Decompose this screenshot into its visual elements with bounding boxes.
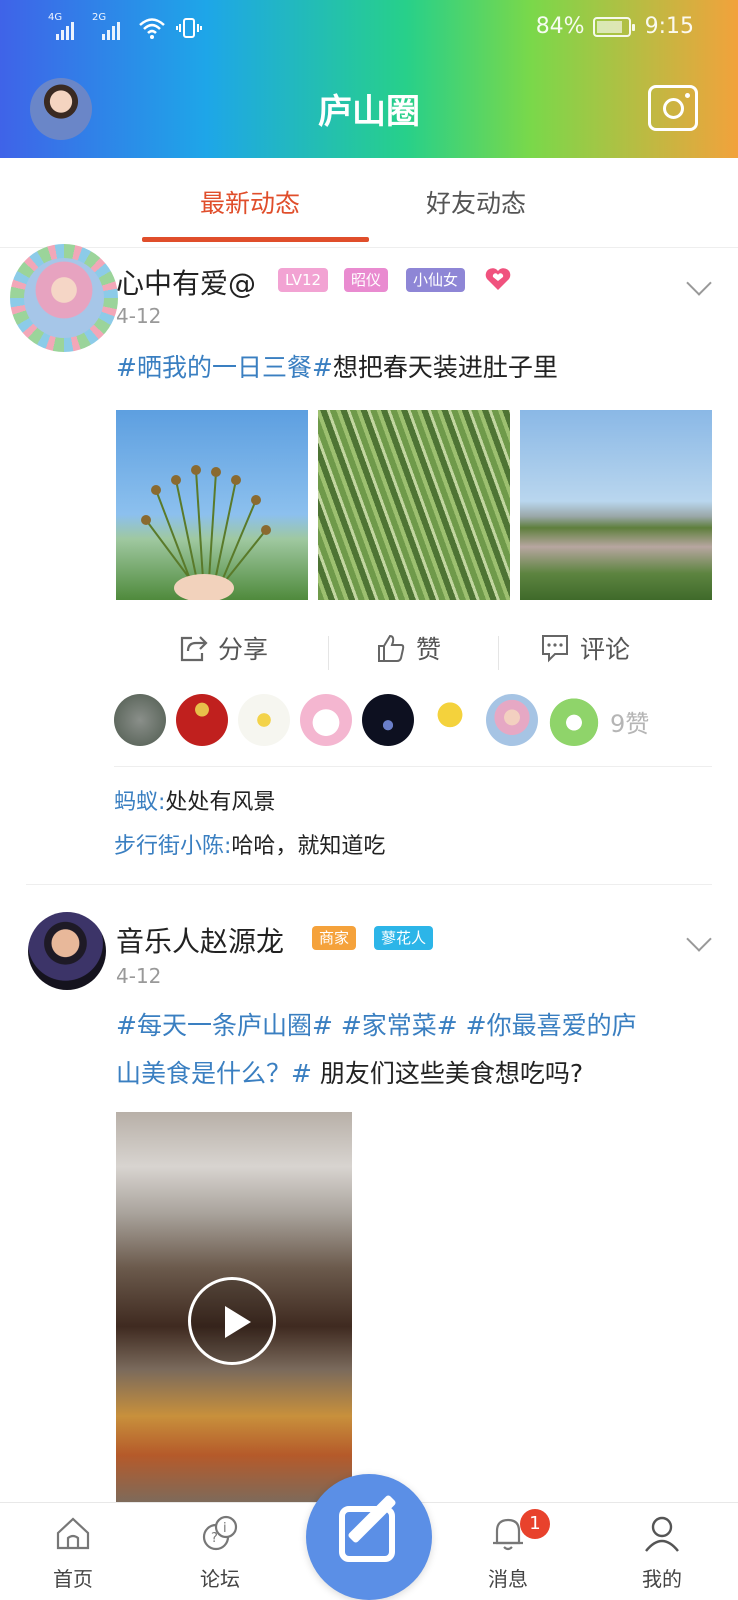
signal-icon: 4G bbox=[48, 12, 74, 40]
divider bbox=[498, 636, 499, 670]
hashtag[interactable]: 山美食是什么？# bbox=[116, 1059, 312, 1088]
comment-text: 哈哈，就知道吃 bbox=[231, 834, 386, 859]
title-badge: 蓼花人 bbox=[374, 926, 434, 950]
post-video[interactable] bbox=[116, 1112, 352, 1502]
post-date: 4-12 bbox=[116, 304, 162, 328]
signal-icon: 2G bbox=[92, 12, 122, 40]
tab-latest[interactable]: 最新动态 bbox=[200, 184, 300, 220]
svg-text:?: ? bbox=[211, 1531, 218, 1546]
vibrate-icon bbox=[176, 18, 202, 38]
liker-avatar[interactable] bbox=[548, 694, 600, 746]
play-icon[interactable] bbox=[188, 1277, 276, 1365]
battery-icon bbox=[592, 16, 635, 37]
comment-user[interactable]: 步行街小陈: bbox=[114, 834, 231, 859]
title-badge: 昭仪 bbox=[344, 268, 389, 292]
status-icons-right: 84% 9:15 bbox=[536, 14, 694, 39]
battery-percent: 84% bbox=[535, 14, 585, 39]
post-body: 朋友们这些美食想吃吗? bbox=[311, 1059, 584, 1088]
like-button[interactable]: 赞 bbox=[376, 630, 441, 666]
status-icons-left: 4G 2G bbox=[48, 12, 202, 40]
wifi-icon bbox=[139, 18, 165, 39]
post-body: 想把春天装进肚子里 bbox=[332, 353, 558, 382]
post-date: 4-12 bbox=[116, 964, 162, 988]
avatar-photo bbox=[24, 258, 104, 338]
comment-text: 处处有风景 bbox=[165, 790, 276, 815]
liker-avatar[interactable] bbox=[114, 694, 166, 746]
title-badge: 小仙女 bbox=[406, 268, 466, 292]
share-button[interactable]: 分享 bbox=[178, 630, 268, 666]
camera-icon[interactable] bbox=[648, 85, 698, 131]
liker-avatars: 9赞 bbox=[114, 694, 714, 750]
forum-icon: i ? bbox=[202, 1515, 238, 1551]
page-title: 庐山圈 bbox=[318, 92, 420, 132]
comment-item[interactable]: 步行街小陈:哈哈，就知道吃 bbox=[114, 828, 385, 860]
liker-avatar[interactable] bbox=[362, 694, 414, 746]
comment-button[interactable]: 评论 bbox=[540, 630, 630, 666]
author-avatar[interactable] bbox=[28, 912, 106, 990]
nav-label: 我的 bbox=[642, 1567, 682, 1591]
compose-button[interactable] bbox=[306, 1474, 432, 1600]
post-text: #晒我的一日三餐#想把春天装进肚子里 bbox=[116, 344, 716, 392]
fern-shoots-image bbox=[141, 465, 271, 600]
chevron-down-icon[interactable] bbox=[686, 926, 712, 952]
home-icon bbox=[56, 1517, 90, 1550]
comment-item[interactable]: 蚂蚁:处处有风景 bbox=[114, 784, 275, 816]
nav-label: 论坛 bbox=[200, 1567, 240, 1591]
level-badge: LV12 bbox=[278, 268, 329, 292]
nav-label: 消息 bbox=[488, 1567, 528, 1591]
app-screen: 4G 2G 84% 9:15 庐山圈 最新动态 好友动态 心中有爱@ LV12 … bbox=[0, 0, 738, 1600]
post-actions: 分享 赞 评论 bbox=[140, 630, 700, 690]
tab-friends[interactable]: 好友动态 bbox=[426, 184, 526, 220]
svg-text:i: i bbox=[223, 1521, 227, 1536]
post-card: 心中有爱@ LV12 昭仪 小仙女 4-12 #晒我的一日三餐#想把春天装进肚子… bbox=[0, 244, 738, 884]
post-image[interactable] bbox=[520, 410, 712, 600]
liker-avatar[interactable] bbox=[424, 694, 476, 746]
merchant-badge: 商家 bbox=[312, 926, 357, 950]
nav-mine[interactable]: 我的 bbox=[622, 1513, 702, 1592]
hashtag[interactable]: #晒我的一日三餐# bbox=[116, 353, 333, 382]
liker-avatar[interactable] bbox=[300, 694, 352, 746]
divider bbox=[328, 636, 329, 670]
comment-user[interactable]: 蚂蚁: bbox=[114, 790, 165, 815]
author-name[interactable]: 心中有爱@ bbox=[116, 262, 256, 302]
tab-active-indicator bbox=[142, 237, 369, 242]
author-name[interactable]: 音乐人赵源龙 bbox=[116, 920, 284, 960]
liker-avatar[interactable] bbox=[238, 694, 290, 746]
chevron-down-icon[interactable] bbox=[686, 270, 712, 296]
message-badge: 1 bbox=[520, 1509, 550, 1539]
nav-home[interactable]: 首页 bbox=[33, 1513, 113, 1592]
comment-icon bbox=[542, 635, 568, 663]
feed-tabs: 最新动态 好友动态 bbox=[0, 158, 738, 248]
status-bar: 4G 2G 84% 9:15 bbox=[0, 12, 738, 48]
nav-forum[interactable]: i ? 论坛 bbox=[180, 1513, 260, 1592]
like-count[interactable]: 9赞 bbox=[610, 704, 649, 739]
divider bbox=[114, 766, 712, 767]
post-card: 音乐人赵源龙 商家 蓼花人 4-12 #每天一条庐山圈# #家常菜# #你最喜爱… bbox=[0, 884, 738, 1504]
header: 4G 2G 84% 9:15 庐山圈 bbox=[0, 0, 738, 158]
liker-avatar[interactable] bbox=[176, 694, 228, 746]
post-text: #每天一条庐山圈# #家常菜# #你最喜爱的庐 山美食是什么？# 朋友们这些美食… bbox=[116, 1002, 716, 1098]
liker-avatar[interactable] bbox=[486, 694, 538, 746]
heart-icon bbox=[485, 268, 511, 290]
clock: 9:15 bbox=[644, 14, 694, 39]
share-icon bbox=[180, 636, 208, 662]
thumbs-up-icon bbox=[378, 634, 405, 662]
user-icon bbox=[645, 1516, 679, 1552]
post-image[interactable] bbox=[116, 410, 308, 600]
hashtag[interactable]: #每天一条庐山圈# #家常菜# #你最喜爱的庐 bbox=[116, 1011, 637, 1040]
post-image[interactable] bbox=[318, 410, 510, 600]
nav-label: 首页 bbox=[53, 1567, 93, 1591]
